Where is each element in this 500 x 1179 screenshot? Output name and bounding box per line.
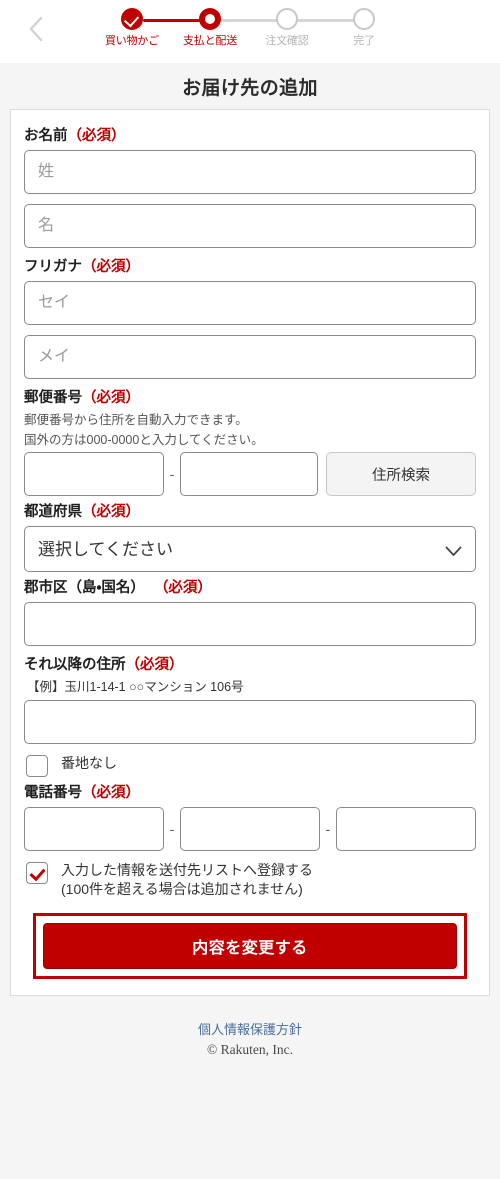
prefecture-label: 都道府県（必須） (24, 503, 476, 522)
city-label-text: 郡市区（島・国名） (24, 580, 145, 596)
phone-separator: - (325, 821, 331, 837)
postal-hint-line-1: 郵便番号から住所を自動入力できます。 (24, 413, 248, 427)
city-input[interactable] (24, 602, 476, 646)
page-title: お届け先の追加 (182, 78, 318, 99)
checkout-add-address-page: 買い物かご 支払と配送 注文確認 完了 お届け先の追加 お名前（必須） 姓 名 … (0, 0, 500, 1179)
register-address-list-checkbox[interactable] (26, 862, 48, 884)
last-name-input[interactable] (24, 150, 476, 194)
page-footer: 個人情報保護方針 © Rakuten, Inc. (0, 996, 500, 1060)
address-rest-label-text: それ以降の住所 (24, 657, 126, 673)
address-form-card: お名前（必須） フリガナ（必須） 郵便番号（必須） 郵便番号から住所を自動入力で… (10, 109, 490, 996)
phone-part3-input[interactable] (336, 807, 476, 851)
postal-code-row: - 住所検索 (24, 452, 476, 496)
prefecture-select-wrapper: 選択してください (24, 526, 476, 572)
back-button[interactable] (22, 14, 50, 44)
stepper-step-label: 完了 (353, 35, 375, 47)
register-list-line-1: 入力した情報を送付先リストへ登録する (61, 862, 313, 878)
city-label: 郡市区（島・国名） （必須） (24, 579, 476, 598)
register-address-list-row[interactable]: 入力した情報を送付先リストへ登録する (100件を超える場合は追加されません) (26, 861, 476, 899)
stepper-step-cart[interactable]: 買い物かご (94, 8, 170, 48)
name-label-text: お名前 (24, 128, 68, 144)
phone-label-text: 電話番号 (24, 785, 82, 801)
first-name-input[interactable] (24, 204, 476, 248)
stepper-step-label: 注文確認 (265, 35, 309, 47)
furigana-sei-input[interactable] (24, 281, 476, 325)
name-label: お名前（必須） (24, 127, 476, 146)
furigana-label: フリガナ（必須） (24, 258, 476, 277)
postal-separator: - (169, 466, 175, 482)
step-current-dot-icon (199, 8, 221, 30)
phone-separator: - (169, 821, 175, 837)
step-pending-circle-icon (276, 8, 298, 30)
no-block-number-label: 番地なし (61, 755, 117, 771)
address-rest-label: それ以降の住所（必須） (24, 656, 476, 675)
furigana-label-text: フリガナ (24, 259, 82, 275)
stepper-step-label: 買い物かご (105, 35, 159, 47)
checkout-stepper: 買い物かご 支払と配送 注文確認 完了 (95, 8, 405, 58)
postal-hint-line-2: 国外の方は000-0000と入力してください。 (24, 433, 264, 447)
page-header: 買い物かご 支払と配送 注文確認 完了 (0, 0, 500, 63)
stepper-step-order-confirm: 注文確認 (249, 8, 325, 48)
address-rest-example: 【例】玉川1-14-1 ○○マンション 106号 (27, 680, 244, 694)
submit-button[interactable]: 内容を変更する (43, 923, 457, 969)
prefecture-select[interactable]: 選択してください (24, 526, 476, 572)
stepper-step-payment-shipping[interactable]: 支払と配送 (172, 8, 248, 48)
step-complete-check-icon (121, 8, 143, 30)
phone-label: 電話番号（必須） (24, 784, 476, 803)
stepper-step-label: 支払と配送 (183, 35, 237, 47)
postal-code-label-text: 郵便番号 (24, 390, 82, 406)
submit-focus-ring: 内容を変更する (33, 913, 467, 979)
required-marker: （必須） (82, 390, 140, 406)
phone-row: - - (24, 807, 476, 851)
postal-code-label: 郵便番号（必須） (24, 389, 476, 408)
step-pending-circle-icon (353, 8, 375, 30)
required-marker: （必須） (82, 785, 140, 801)
address-rest-input[interactable] (24, 700, 476, 744)
furigana-mei-input[interactable] (24, 335, 476, 379)
register-address-list-label: 入力した情報を送付先リストへ登録する (100件を超える場合は追加されません) (61, 861, 313, 899)
stepper-step-complete: 完了 (326, 8, 402, 48)
required-marker: （必須） (125, 657, 184, 673)
address-search-button[interactable]: 住所検索 (326, 452, 476, 496)
chevron-left-icon (28, 16, 44, 42)
no-block-number-checkbox[interactable] (26, 755, 48, 777)
phone-part1-input[interactable] (24, 807, 164, 851)
privacy-policy-link[interactable]: 個人情報保護方針 (198, 1020, 302, 1040)
register-list-line-2: (100件を超える場合は追加されません) (61, 881, 303, 897)
postal-code-second-input[interactable] (180, 452, 318, 496)
required-marker: （必須） (67, 128, 126, 144)
postal-code-first-input[interactable] (24, 452, 164, 496)
prefecture-label-text: 都道府県 (24, 504, 82, 520)
phone-part2-input[interactable] (180, 807, 320, 851)
required-marker: （必須） (82, 504, 140, 520)
no-block-number-row[interactable]: 番地なし (26, 754, 476, 777)
required-marker: （必須） (153, 580, 212, 596)
copyright-text: © Rakuten, Inc. (207, 1042, 293, 1057)
required-marker: （必須） (82, 259, 140, 275)
